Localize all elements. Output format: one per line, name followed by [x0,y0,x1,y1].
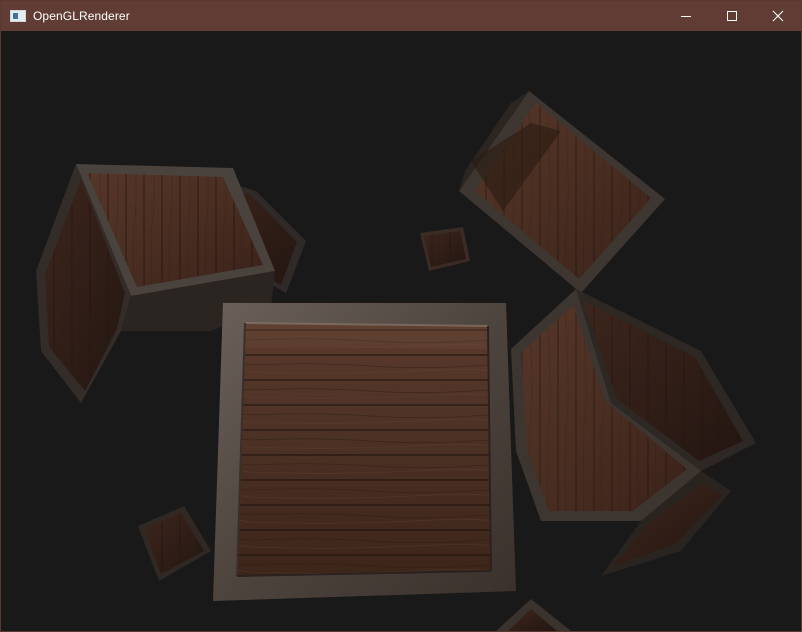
title-bar[interactable]: OpenGLRenderer [1,1,801,31]
app-window: OpenGLRenderer [0,0,802,632]
window-title: OpenGLRenderer [33,9,130,23]
maximize-button[interactable] [709,1,755,31]
minimize-button[interactable] [663,1,709,31]
render-viewport[interactable] [1,31,801,631]
maximize-icon [727,11,737,21]
crate-right [511,289,756,576]
close-icon [772,10,784,22]
crate-top-right [459,91,665,293]
app-window-icon [10,10,26,22]
crate-center [213,303,516,601]
crate-small-bottom-left [138,506,211,581]
crate-small-center [420,227,470,271]
close-button[interactable] [755,1,801,31]
minimize-icon [681,16,691,17]
rendered-scene [36,91,756,631]
crate-partial-bottom [496,599,571,631]
